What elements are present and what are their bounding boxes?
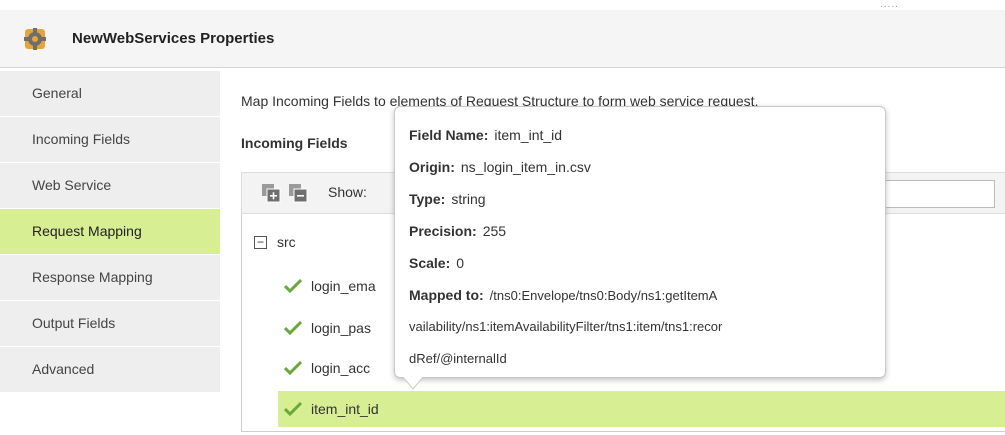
check-icon — [284, 321, 302, 335]
sidebar-item-incoming-fields[interactable]: Incoming Fields — [0, 117, 220, 163]
field-label: login_ema — [311, 278, 376, 294]
sidebar-item-output-fields[interactable]: Output Fields — [0, 301, 220, 347]
window-dots: ..... — [880, 0, 899, 10]
sidebar-item-advanced[interactable]: Advanced — [0, 347, 220, 393]
check-icon — [284, 361, 302, 375]
tooltip-pointer — [403, 377, 423, 390]
sidebar-item-request-mapping[interactable]: Request Mapping — [0, 209, 220, 255]
tooltip-mapped-to: Mapped to:/tns0:Envelope/tns0:Body/ns1:g… — [409, 287, 718, 303]
tree-root-src[interactable]: − src — [254, 234, 296, 250]
incoming-fields-heading: Incoming Fields — [241, 135, 348, 151]
sidebar-item-response-mapping[interactable]: Response Mapping — [0, 255, 220, 301]
tooltip-scale: Scale: 0 — [409, 255, 465, 271]
show-filter-label: Show: — [328, 184, 367, 200]
field-label: item_int_id — [311, 401, 379, 417]
sidebar-item-general[interactable]: General — [0, 71, 220, 117]
collapse-all-icon[interactable] — [288, 183, 308, 203]
sidebar-item-web-service[interactable]: Web Service — [0, 163, 220, 209]
field-info-tooltip: Field Name: item_int_id Origin: ns_login_i… — [394, 106, 886, 378]
tooltip-type: Type: string — [409, 191, 486, 207]
tooltip-precision: Precision: 255 — [409, 223, 507, 239]
dialog-title: NewWebServices Properties — [72, 30, 275, 47]
tooltip-origin: Origin: ns_login_item_in.csv — [409, 159, 591, 175]
tooltip-mapped-path-3: dRef/@internalId — [409, 351, 507, 366]
check-icon — [284, 402, 302, 416]
dialog-titlebar: NewWebServices Properties — [0, 10, 1005, 68]
check-icon — [284, 279, 302, 293]
sidebar-nav: General Incoming Fields Web Service Requ… — [0, 71, 220, 393]
tree-root-label: src — [277, 234, 296, 250]
field-label: login_pas — [311, 320, 371, 336]
expand-all-icon[interactable] — [261, 183, 281, 203]
tooltip-mapped-path-2: vailability/ns1:itemAvailabilityFilter/t… — [409, 319, 723, 334]
top-strip: ..... — [0, 0, 1005, 10]
gear-puzzle-icon — [24, 28, 46, 50]
filter-input[interactable] — [882, 180, 995, 208]
tooltip-field-name: Field Name: item_int_id — [409, 127, 563, 143]
collapse-node-icon[interactable]: − — [254, 235, 267, 249]
field-label: login_acc — [311, 360, 371, 376]
tree-row-item-int-id[interactable]: item_int_id — [278, 391, 1005, 427]
